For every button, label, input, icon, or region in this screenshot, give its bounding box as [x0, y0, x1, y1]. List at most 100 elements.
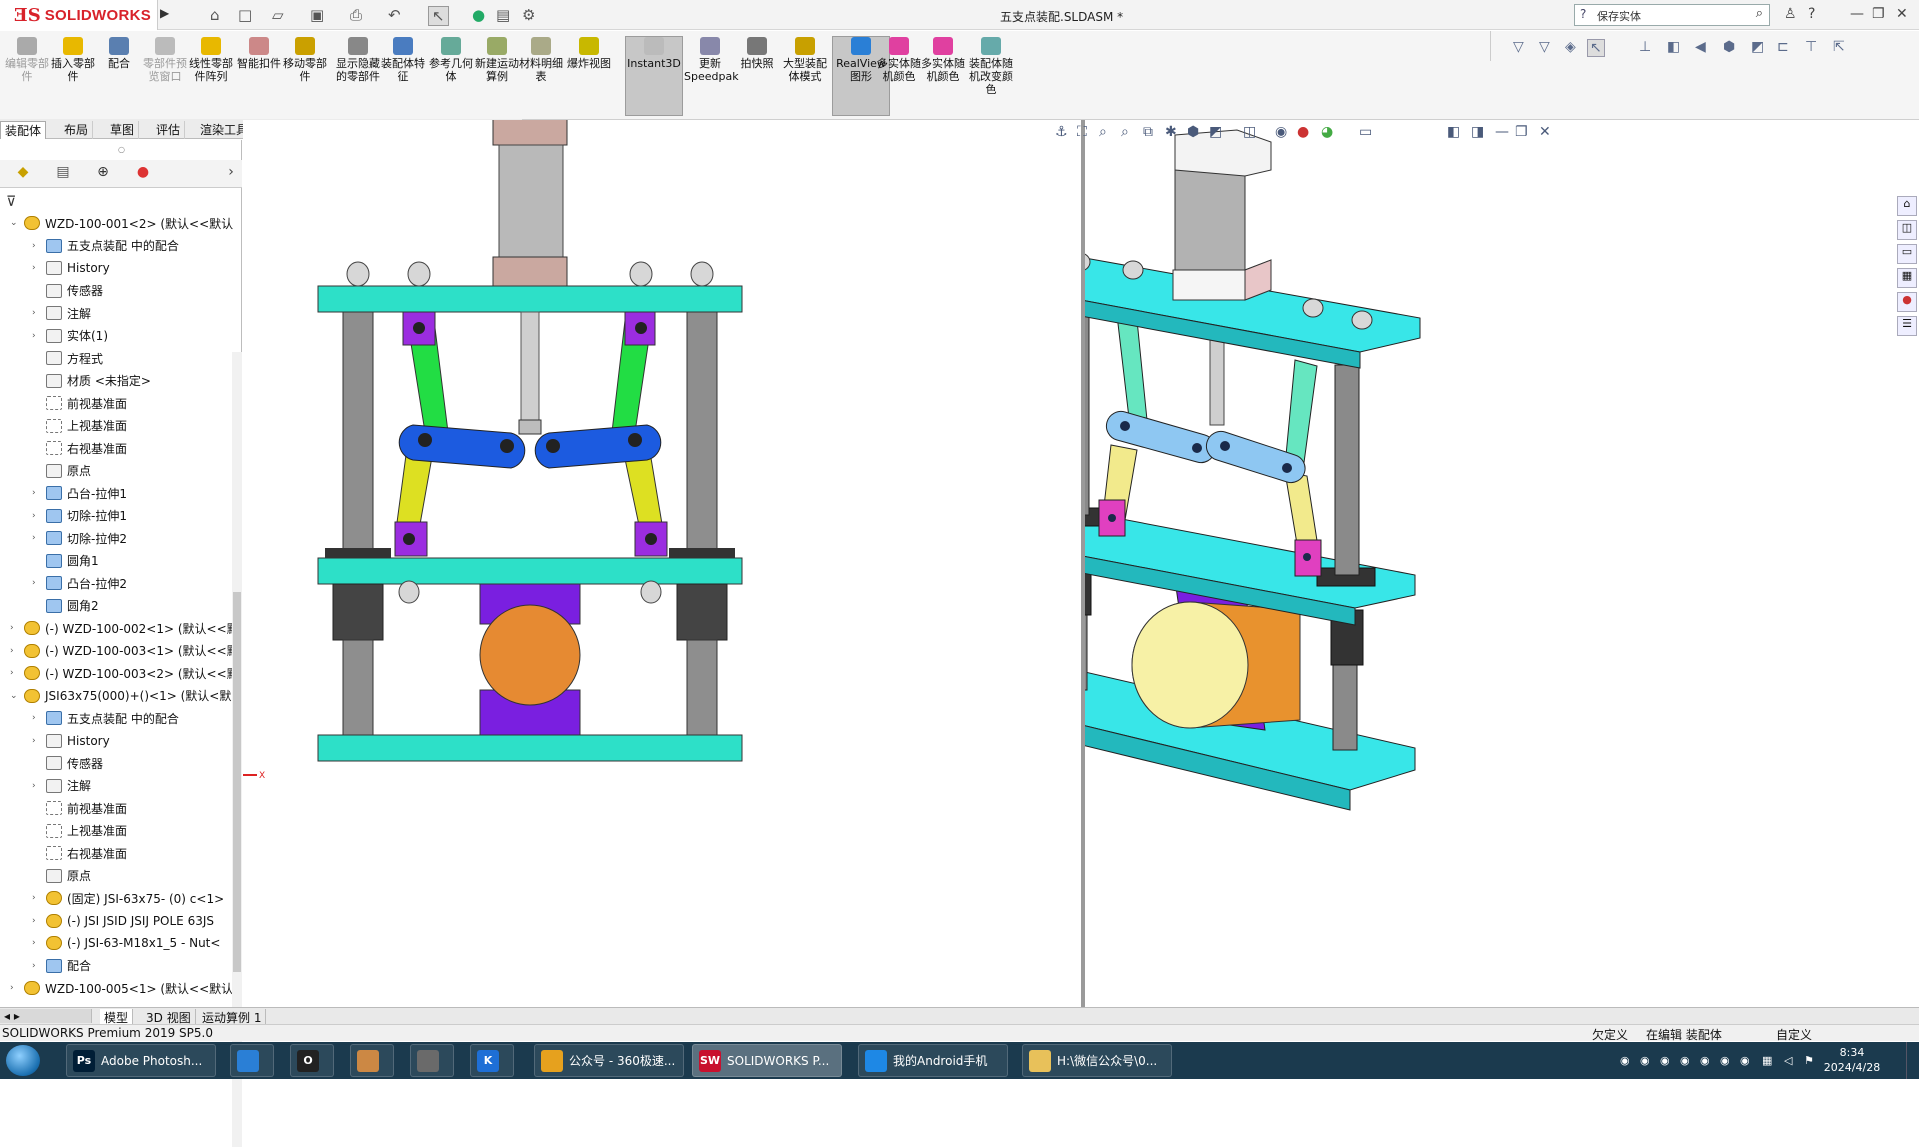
tree-item[interactable]: › 五支点装配 中的配合 — [32, 707, 179, 729]
volume-icon[interactable]: ◁ — [1784, 1054, 1792, 1067]
tree-item[interactable]: 原点 — [32, 865, 91, 887]
tree-item[interactable]: 传感器 — [32, 752, 103, 774]
iso-viewport[interactable]: ⚓ ⛶ ⌕ ⌕ ⧉ ✱ ⬢ ◩ ◫ ◉ ● ◕ ▭ ◧ ◨ — ❐ ✕ — [894, 120, 1919, 1007]
tab-nav-scroll[interactable]: ◂ ▸ — [0, 1009, 92, 1023]
tree-item[interactable]: › (-) JSI JSID JSIJ POLE 63JS — [32, 910, 214, 932]
tree-item[interactable]: › WZD-100-005<1> (默认<<默认 — [10, 977, 233, 999]
tree-item[interactable]: 圆角1 — [32, 550, 99, 572]
tree-item[interactable]: 上视基准面 — [32, 820, 127, 842]
tray-icon[interactable]: ◉ — [1620, 1054, 1630, 1067]
filter-icon[interactable]: ▽ — [1513, 39, 1524, 55]
cmd-button[interactable]: 爆炸视图 — [566, 37, 612, 70]
cmd-button[interactable]: 显示隐藏的零部件 — [333, 37, 383, 83]
help-menu-icon[interactable]: ? — [1808, 6, 1815, 22]
expand-toggle-icon[interactable]: › — [32, 488, 42, 498]
start-button[interactable] — [6, 1045, 40, 1076]
vp-close-icon[interactable]: ✕ — [1539, 124, 1551, 140]
panel-expand-icon[interactable]: › — [216, 164, 246, 184]
restore-icon[interactable]: ❐ — [1872, 6, 1885, 22]
front-viewport[interactable]: X Z — [228, 114, 1081, 1007]
tree-item[interactable]: 圆角2 — [32, 595, 99, 617]
expand-toggle-icon[interactable]: › — [10, 668, 20, 678]
zoom-area-icon[interactable]: ⌕ — [1099, 124, 1107, 140]
expand-toggle-icon[interactable]: ⌄ — [10, 691, 20, 701]
options-gear-icon[interactable]: ⚙ — [522, 6, 535, 24]
view-palette-icon[interactable]: ▦ — [1897, 268, 1917, 288]
undo-icon[interactable]: ↶ — [388, 6, 401, 24]
taskbar-item[interactable]: 我的Android手机 — [858, 1044, 1008, 1077]
vertex-icon[interactable]: ⊥ — [1639, 39, 1651, 55]
menu-arrow-icon[interactable]: ▶ — [160, 6, 169, 20]
taskbar-item[interactable]: 公众号 - 360极速... — [534, 1044, 684, 1077]
close-icon[interactable]: ✕ — [1896, 6, 1908, 22]
cmd-button[interactable]: 配合 — [96, 37, 142, 70]
cmd-button[interactable]: 参考几何体 — [428, 37, 474, 83]
edit-appearance-icon[interactable]: ◉ — [1275, 124, 1287, 140]
cmd-button[interactable]: 零部件预览窗口 — [142, 37, 188, 83]
tree-item[interactable]: › 切除-拉伸2 — [32, 527, 127, 549]
expand-toggle-icon[interactable]: › — [32, 241, 42, 251]
flag-icon[interactable]: ⚑ — [1804, 1054, 1814, 1067]
tree-item[interactable]: › 实体(1) — [32, 325, 108, 347]
select-filter-icon[interactable]: ↖ — [1587, 39, 1605, 57]
expand-toggle-icon[interactable]: › — [32, 511, 42, 521]
tree-item[interactable]: 原点 — [32, 460, 91, 482]
tab-0[interactable]: 装配体 — [0, 121, 47, 139]
search-icon[interactable]: ⌕ — [1756, 6, 1763, 21]
expand-toggle-icon[interactable]: › — [32, 736, 42, 746]
tile-right-icon[interactable]: ◨ — [1471, 124, 1484, 140]
tree-item[interactable]: › (-) WZD-100-002<1> (默认<<默 — [10, 617, 239, 639]
cmd-button[interactable]: 智能扣件 — [236, 37, 282, 70]
cmd-button[interactable]: 装配体随机改变颜色 — [965, 37, 1017, 96]
clock[interactable]: 8:34 2024/4/28 — [1822, 1045, 1882, 1075]
tray-icon[interactable]: ◉ — [1700, 1054, 1710, 1067]
tree-item[interactable]: › 凸台-拉伸1 — [32, 482, 127, 504]
display-style-icon[interactable]: ◩ — [1209, 124, 1222, 140]
user-icon[interactable]: ♙ — [1784, 6, 1797, 22]
expand-toggle-icon[interactable]: ⌄ — [10, 218, 20, 228]
tab-3[interactable]: 评估 — [152, 121, 186, 139]
minimize-icon[interactable]: — — [1850, 6, 1864, 22]
new-document-icon[interactable]: □ — [238, 6, 252, 24]
vp-minimize-icon[interactable]: — — [1495, 124, 1509, 140]
taskbar-item[interactable]: Ps Adobe Photosh... — [66, 1044, 216, 1077]
taskbar-item[interactable]: SW SOLIDWORKS P... — [692, 1044, 842, 1077]
expand-toggle-icon[interactable]: › — [32, 713, 42, 723]
tree-item[interactable]: › 注解 — [32, 775, 91, 797]
taskbar-item[interactable]: K — [470, 1044, 514, 1077]
view-settings-icon[interactable]: ◕ — [1321, 124, 1333, 140]
tree-item[interactable]: 上视基准面 — [32, 415, 127, 437]
expand-toggle-icon[interactable]: › — [32, 961, 42, 971]
component-icon[interactable]: ◩ — [1751, 39, 1764, 55]
cmd-button[interactable]: 更新Speedpak — [684, 37, 739, 83]
tree-item[interactable]: 传感器 — [32, 280, 103, 302]
tree-item[interactable]: › History — [32, 730, 110, 752]
tree-item[interactable]: 前视基准面 — [32, 392, 127, 414]
tray-icon[interactable]: ◉ — [1680, 1054, 1690, 1067]
tree-item[interactable]: › 切除-拉伸1 — [32, 505, 127, 527]
select-icon[interactable]: ↖ — [428, 6, 449, 26]
property-tab-icon[interactable]: ▤ — [48, 164, 78, 184]
axis-icon[interactable]: ⊏ — [1777, 39, 1789, 55]
expand-toggle-icon[interactable]: › — [32, 263, 42, 273]
expand-toggle-icon[interactable]: › — [10, 623, 20, 633]
expand-toggle-icon[interactable]: › — [32, 893, 42, 903]
dynamic-annotation-icon[interactable]: ✱ — [1165, 124, 1177, 140]
cmd-button[interactable]: 新建运动算例 — [474, 37, 520, 83]
zoom-to-fit-icon[interactable]: ⛶ — [1077, 124, 1087, 140]
tray-icon[interactable]: ◉ — [1660, 1054, 1670, 1067]
rebuild-icon[interactable]: ● — [472, 6, 485, 24]
point-icon[interactable]: ⊤ — [1805, 39, 1817, 55]
cmd-button[interactable]: 移动零部件 — [282, 37, 328, 83]
expand-toggle-icon[interactable]: › — [32, 916, 42, 926]
expand-toggle-icon[interactable]: › — [32, 938, 42, 948]
tree-item[interactable]: › 注解 — [32, 302, 91, 324]
feature-tree-tab-icon[interactable]: ◆ — [8, 164, 38, 184]
tree-item[interactable]: ⌄ JSI63x75(000)+()<1> (默认<默 — [10, 685, 231, 707]
tree-item[interactable]: › 五支点装配 中的配合 — [32, 235, 179, 257]
home-icon[interactable]: ⌂ — [210, 6, 220, 24]
tree-item[interactable]: 材质 <未指定> — [32, 370, 151, 392]
expand-toggle-icon[interactable]: › — [32, 533, 42, 543]
expand-toggle-icon[interactable]: › — [32, 308, 42, 318]
expand-toggle-icon[interactable]: › — [32, 331, 42, 341]
